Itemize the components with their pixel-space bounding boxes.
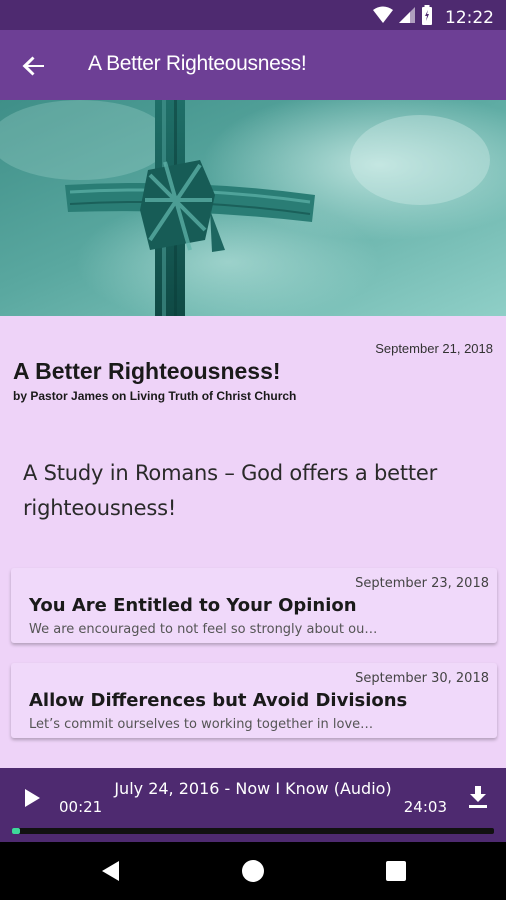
circle-home-icon	[241, 860, 265, 887]
sermon-date: September 23, 2018	[355, 576, 489, 591]
series-byline: by Pastor James on Living Truth of Chris…	[13, 389, 297, 403]
sermon-card[interactable]: September 23, 2018 You Are Entitled to Y…	[11, 568, 497, 643]
status-icons: 12:22	[373, 5, 494, 30]
page-title: A Better Righteousness!	[88, 52, 307, 75]
hero-image	[0, 100, 506, 316]
signal-icon	[399, 6, 415, 29]
series-date: September 21, 2018	[375, 341, 493, 356]
sermon-title: You Are Entitled to Your Opinion	[29, 595, 357, 616]
download-icon	[466, 786, 490, 814]
series-header: September 21, 2018 A Better Righteousnes…	[0, 316, 506, 436]
nav-back-button[interactable]	[99, 859, 123, 883]
back-button[interactable]	[18, 50, 50, 82]
play-icon	[20, 789, 44, 814]
nav-recents-button[interactable]	[384, 859, 408, 883]
player-title: July 24, 2016 - Now I Know (Audio)	[114, 779, 392, 798]
series-title: A Better Righteousness!	[13, 358, 281, 384]
status-time: 12:22	[445, 7, 494, 28]
sermon-title: Allow Differences but Avoid Divisions	[29, 690, 408, 711]
download-button[interactable]	[466, 784, 490, 810]
square-recents-icon	[384, 861, 408, 887]
audio-player: July 24, 2016 - Now I Know (Audio) 00:21…	[0, 768, 506, 842]
wifi-icon	[373, 6, 393, 29]
status-bar: 12:22	[0, 0, 506, 30]
sermon-date: September 30, 2018	[355, 671, 489, 686]
navigation-bar	[0, 842, 506, 900]
arrow-left-icon	[18, 56, 50, 86]
progress-fill	[12, 828, 20, 834]
sermon-excerpt: We are encouraged to not feel so strongl…	[29, 622, 378, 637]
progress-bar[interactable]	[12, 828, 494, 834]
triangle-back-icon	[99, 861, 123, 887]
time-total: 24:03	[403, 798, 447, 816]
sermon-excerpt: Let’s commit ourselves to working togeth…	[29, 717, 374, 732]
nav-home-button[interactable]	[241, 859, 265, 883]
sermon-card[interactable]: September 30, 2018 Allow Differences but…	[11, 663, 497, 738]
time-elapsed: 00:21	[59, 798, 103, 816]
app-bar: A Better Righteousness!	[0, 30, 506, 100]
series-description: A Study in Romans – God offers a better …	[23, 461, 438, 520]
battery-icon	[421, 5, 433, 30]
